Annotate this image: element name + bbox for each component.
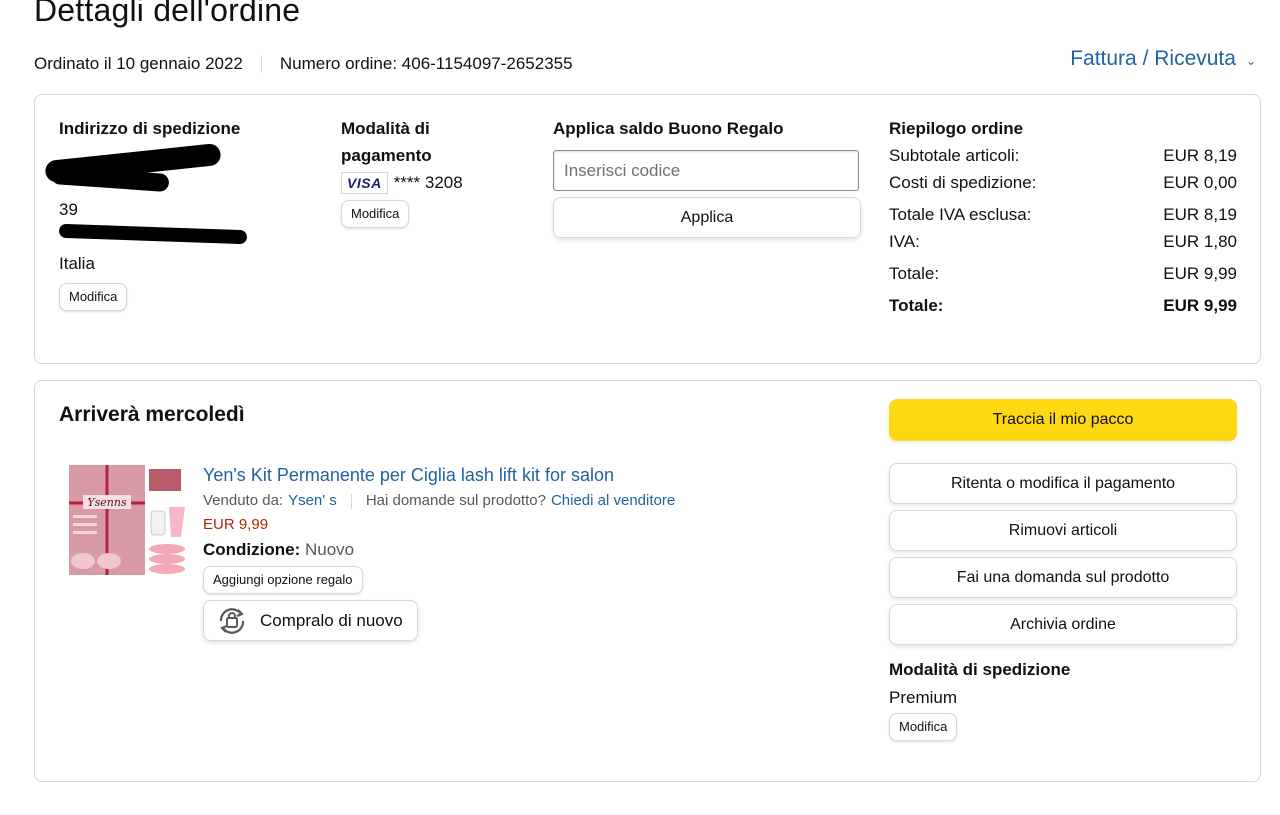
address-country: Italia <box>59 254 95 273</box>
page-title: Dettagli dell'ordine <box>34 0 301 28</box>
summary-label: Totale IVA esclusa: <box>889 205 1032 224</box>
product-price: EUR 9,99 <box>203 516 269 533</box>
shipment-card: Arriverà mercoledì Ysenns Yen's Kit Perm… <box>34 380 1261 782</box>
gift-card-heading: Applica saldo Buono Regalo <box>553 119 784 138</box>
summary-row: Subtotale articoli: EUR 8,19 <box>889 142 1237 169</box>
retry-payment-button[interactable]: Ritenta o modifica il pagamento <box>889 463 1237 504</box>
edit-address-button[interactable]: Modifica <box>59 283 128 311</box>
edit-payment-button[interactable]: Modifica <box>341 200 410 228</box>
contact-seller-link[interactable]: Chiedi al venditore <box>551 489 675 513</box>
shipping-address-heading: Indirizzo di spedizione <box>59 119 241 138</box>
shipping-method-heading: Modalità di spedizione <box>889 660 1071 679</box>
invoice-link-label[interactable]: Fattura / Ricevuta <box>1070 47 1236 71</box>
order-meta: Ordinato il 10 gennaio 2022 Numero ordin… <box>34 54 573 74</box>
grand-total-value: EUR 9,99 <box>1163 296 1237 315</box>
track-package-button[interactable]: Traccia il mio pacco <box>889 399 1237 441</box>
edit-shipping-method-button[interactable]: Modifica <box>889 713 958 741</box>
order-number: Numero ordine: 406-1154097-2652355 <box>279 54 573 73</box>
summary-row: Totale IVA esclusa: EUR 8,19 <box>889 201 1237 228</box>
summary-value: EUR 8,19 <box>1163 146 1237 165</box>
product-condition: Condizione: Nuovo <box>203 537 843 563</box>
summary-label: Totale: <box>889 264 940 283</box>
card-number: **** 3208 <box>393 173 463 192</box>
payment-heading-line2: pagamento <box>341 146 432 165</box>
apply-gift-button[interactable]: Applica <box>553 197 861 238</box>
order-summary: Riepilogo ordine Subtotale articoli: EUR… <box>889 115 1237 319</box>
summary-row: Costi di spedizione: EUR 0,00 <box>889 169 1237 196</box>
condition-value: Nuovo <box>305 540 355 559</box>
ask-question-button[interactable]: Fai una domanda sul prodotto <box>889 557 1237 598</box>
remove-items-button[interactable]: Rimuovi articoli <box>889 510 1237 551</box>
grand-total-label: Totale: <box>889 296 944 315</box>
invoice-dropdown[interactable]: Fattura / Ricevuta ⌄ <box>1070 47 1256 71</box>
gift-code-input[interactable]: Inserisci codice <box>553 150 859 191</box>
meta-divider <box>260 55 262 73</box>
shipping-address-section: Indirizzo di spedizione 39 Italia Modifi… <box>44 115 299 311</box>
summary-row: Totale: EUR 9,99 <box>889 260 1237 287</box>
seller-divider <box>350 493 352 509</box>
archive-order-button[interactable]: Archivia ordine <box>889 604 1237 645</box>
summary-label: Costi di spedizione: <box>889 173 1037 192</box>
grand-total-row: Totale: EUR 9,99 <box>889 292 1237 319</box>
seller-row: Venduto da: Ysen' s Hai domande sul prod… <box>203 489 843 513</box>
buy-again-button[interactable]: Compralo di nuovo <box>203 600 418 641</box>
summary-row: IVA: EUR 1,80 <box>889 228 1237 255</box>
product-title-link[interactable]: Yen's Kit Permanente per Ciglia lash lif… <box>203 463 843 487</box>
add-gift-option-button[interactable]: Aggiungi opzione regalo <box>203 566 363 594</box>
payment-heading-line1: Modalità di <box>341 119 430 138</box>
redacted-city-line <box>58 223 299 250</box>
condition-label: Condizione: <box>203 540 301 559</box>
visa-icon: VISA <box>341 171 388 194</box>
question-label: Hai domande sul prodotto? <box>365 492 546 509</box>
sold-by-label: Venduto da: <box>203 492 284 509</box>
redacted-address-lines: 39 <box>44 142 299 223</box>
buy-again-icon <box>219 607 245 634</box>
summary-value: EUR 0,00 <box>1163 173 1237 192</box>
summary-label: Subtotale articoli: <box>889 146 1020 165</box>
gift-card-section: Applica saldo Buono Regalo Inserisci cod… <box>553 115 861 238</box>
summary-label: IVA: <box>889 232 920 251</box>
card-row: VISA **** 3208 <box>341 169 521 196</box>
order-info-card: Indirizzo di spedizione 39 Italia Modifi… <box>34 94 1261 364</box>
order-summary-heading: Riepilogo ordine <box>889 119 1024 138</box>
order-actions: Traccia il mio pacco Ritenta o modifica … <box>889 399 1237 741</box>
seller-link[interactable]: Ysen' s <box>288 489 337 513</box>
payment-method-section: Modalità di pagamento VISA **** 3208 Mod… <box>341 115 521 228</box>
delivery-heading: Arriverà mercoledì <box>59 403 245 426</box>
redaction-mark <box>58 223 248 245</box>
order-date: Ordinato il 10 gennaio 2022 <box>34 54 243 73</box>
product-image-brand: Ysenns <box>87 496 127 509</box>
chevron-down-icon: ⌄ <box>1245 54 1256 68</box>
summary-value: EUR 1,80 <box>1163 232 1237 251</box>
address-line: 39 <box>59 200 78 219</box>
buy-again-label[interactable]: Compralo di nuovo <box>260 611 403 631</box>
product-details: Yen's Kit Permanente per Ciglia lash lif… <box>203 463 843 644</box>
shipping-method-value: Premium <box>889 688 958 707</box>
product-image[interactable]: Ysenns <box>69 463 187 581</box>
summary-value: EUR 9,99 <box>1163 264 1237 283</box>
summary-value: EUR 8,19 <box>1163 205 1237 224</box>
